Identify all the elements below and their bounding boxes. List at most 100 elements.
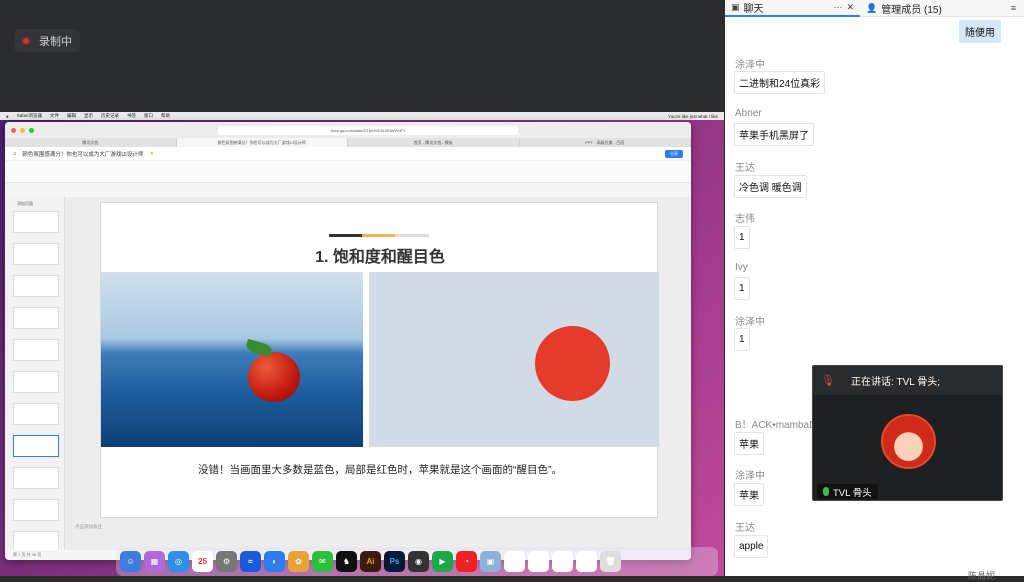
current-slide: 1. 饱和度和醒目色 没错！当画面里大多数是蓝色，局部是红色时，苹果就是这个画面… xyxy=(100,202,659,518)
slide-thumbnails: 添加页面 xyxy=(5,197,65,553)
browser-tab: 颜色氛围感满分！你也可以成为大厂游戏UI设计师 xyxy=(176,138,348,147)
mic-muted-icon: 🎙 xyxy=(821,375,835,387)
doc-workspace: 添加页面 1. 饱和度和醒目色 没错！当画面里大多数是蓝色，局部是红色时，苹果就… xyxy=(5,197,691,553)
finder-icon: ☺ xyxy=(120,551,141,572)
menu-bookmarks: 书签 xyxy=(126,113,136,118)
browser-tab: PPT - 高级优美 - 百搭 xyxy=(520,138,691,147)
mic-icon xyxy=(823,487,829,496)
document-icon xyxy=(528,551,549,572)
wechat-icon: ✉ xyxy=(312,551,333,572)
safari-icon: ◎ xyxy=(168,551,189,572)
browser-window: docs.qq.com/slide/DTlpHVEZkZEtWVmFY 腾讯文档… xyxy=(5,122,691,560)
red-circle xyxy=(535,326,610,401)
message-bubble: apple xyxy=(734,535,769,558)
person-icon: 👤 xyxy=(866,2,878,13)
menu-safari: Safari浏览器 xyxy=(16,113,42,118)
apple-leaf xyxy=(244,338,274,358)
message-sender: Ivy xyxy=(735,262,748,273)
video-stage: 录制中 ● Safari浏览器 文件 编辑 显示 历史记录 书签 窗口 帮助 Y… xyxy=(0,0,724,576)
doc-header: ⌂ 颜色氛围感满分！你也可以成为大厂游戏UI设计师 ★ 分享 xyxy=(5,147,691,161)
message-sender: 涂泽中 xyxy=(735,60,765,71)
menu-edit: 编辑 xyxy=(66,113,76,118)
close-window-icon xyxy=(11,127,16,133)
mac-dock: ☺ ▦ ◎ 25 ⚙ ≈ ◐ ✿ ✉ ♞ Ai Ps ◉ ▶ ◔ ▣ 🗑 xyxy=(116,547,718,576)
message-bubble: 苹果手机黑屏了 xyxy=(734,123,814,146)
speaker-name: TVL 骨头 xyxy=(833,487,872,499)
more-icon[interactable]: ··· xyxy=(833,2,842,12)
trash-icon: 🗑 xyxy=(600,551,621,572)
message-bubble: 苹果 xyxy=(734,432,764,455)
slide-thumbnail xyxy=(13,371,59,393)
recording-label: 录制中 xyxy=(39,35,72,48)
tab-chat[interactable]: ▣ 聊天 ··· ✕ xyxy=(725,0,860,17)
title-accent-bar xyxy=(329,234,429,237)
record-icon xyxy=(21,35,31,46)
home-icon: ⌂ xyxy=(13,150,17,157)
slide-thumbnail xyxy=(13,467,59,489)
message-sender: 涂泽中 xyxy=(735,471,765,482)
browser-toolbar: docs.qq.com/slide/DTlpHVEZkZEtWVmFY xyxy=(5,122,691,138)
menu-history: 历史记录 xyxy=(100,113,119,118)
slide-thumbnail xyxy=(13,307,59,329)
slide-thumbnail xyxy=(13,243,59,265)
app-icon: ▣ xyxy=(480,551,501,572)
chat-tabs: ▣ 聊天 ··· ✕ 👤 管理成员 (15) ≡ xyxy=(725,0,1024,17)
menu-icon[interactable]: ≡ xyxy=(1011,3,1016,13)
share-button: 分享 xyxy=(665,149,683,158)
message-bubble: 冷色调 暖色调 xyxy=(734,175,807,198)
slide-thumbnail xyxy=(13,403,59,425)
tab-chat-label: 聊天 xyxy=(743,3,764,15)
document-icon xyxy=(552,551,573,572)
tab-members-label: 管理成员 (15) xyxy=(881,4,942,16)
browser-tab: 腾讯文档 xyxy=(5,138,177,147)
address-bar: docs.qq.com/slide/DTlpHVEZkZEtWVmFY xyxy=(218,125,518,135)
qq-icon: ♞ xyxy=(336,551,357,572)
doc-title: 颜色氛围感满分！你也可以成为大厂游戏UI设计师 xyxy=(22,151,144,158)
color-demo-panel xyxy=(369,272,659,447)
slide-thumbnail-selected xyxy=(13,435,59,457)
speaker-window[interactable]: 🎙 正在讲话: TVL 骨头; TVL 骨头 xyxy=(812,365,1003,501)
add-slide-button: 添加页面 xyxy=(17,201,33,206)
notes-placeholder: 点击添加备注 xyxy=(75,524,102,529)
recording-indicator[interactable]: 录制中 xyxy=(14,29,80,52)
speaker-header: 🎙 正在讲话: TVL 骨头; xyxy=(813,366,1002,395)
slide-title: 1. 饱和度和醒目色 xyxy=(315,249,445,266)
mac-menubar: ● Safari浏览器 文件 编辑 显示 历史记录 书签 窗口 帮助 You'r… xyxy=(0,112,724,120)
obs-icon: ◉ xyxy=(408,551,429,572)
slide-caption: 没错！当画面里大多数是蓝色，局部是红色时，苹果就是这个画面的“醒目色”。 xyxy=(198,464,562,476)
chat-bubble-icon: ▣ xyxy=(731,1,740,12)
browser-tabs: 腾讯文档 颜色氛围感满分！你也可以成为大厂游戏UI设计师 首页 - 腾讯文档 -… xyxy=(5,138,691,147)
menu-file: 文件 xyxy=(49,113,59,118)
apple-image xyxy=(248,352,300,402)
message-bubble: 1 xyxy=(734,226,750,249)
now-playing: You're like just what I like xyxy=(668,113,718,119)
message-bubble: 1 xyxy=(734,277,750,300)
menu-view: 显示 xyxy=(83,113,93,118)
message-sender: Abner xyxy=(735,108,762,119)
minimize-window-icon xyxy=(20,127,25,133)
tab-members[interactable]: 👤 管理成员 (15) xyxy=(860,1,948,16)
message-bubble: 苹果 xyxy=(734,483,764,506)
illustrator-icon: Ai xyxy=(360,551,381,572)
close-icon[interactable]: ✕ xyxy=(846,2,854,13)
document-icon xyxy=(504,551,525,572)
message-bubble: 二进制和24位真彩 xyxy=(734,71,826,94)
slide-thumbnail xyxy=(13,211,59,233)
document-icon xyxy=(576,551,597,572)
photos-icon: ✿ xyxy=(288,551,309,572)
shared-screen: ● Safari浏览器 文件 编辑 显示 历史记录 书签 窗口 帮助 You'r… xyxy=(0,112,724,576)
apple-logo-icon: ● xyxy=(6,113,9,119)
star-icon: ★ xyxy=(149,150,155,157)
speaker-name-tag: TVL 骨头 xyxy=(817,484,878,499)
app-icon: ◐ xyxy=(264,551,285,572)
browser-tab: 首页 - 腾讯文档 - 模板 xyxy=(348,138,520,147)
slide-thumbnail xyxy=(13,499,59,521)
message-sender: 志伟 xyxy=(735,214,755,225)
slide-thumbnail xyxy=(13,339,59,361)
menu-window: 窗口 xyxy=(143,113,153,118)
message-sender: 王达 xyxy=(735,163,755,174)
my-message-bubble: 随便用 xyxy=(959,20,1001,43)
message-bubble: 1 xyxy=(734,328,750,351)
ocean-apple-photo xyxy=(101,272,363,447)
music-icon: ◔ xyxy=(456,551,477,572)
